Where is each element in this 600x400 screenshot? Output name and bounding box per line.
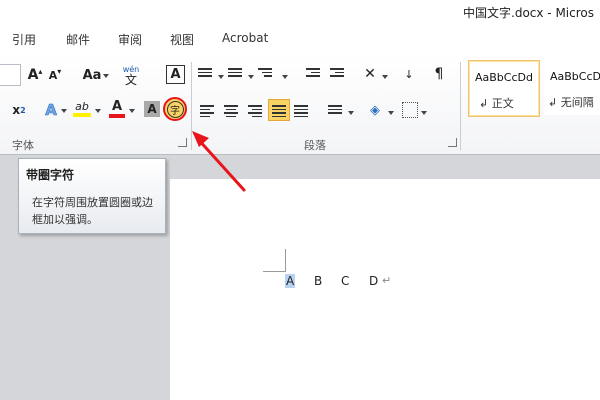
annotation-arrow-icon — [192, 131, 246, 192]
